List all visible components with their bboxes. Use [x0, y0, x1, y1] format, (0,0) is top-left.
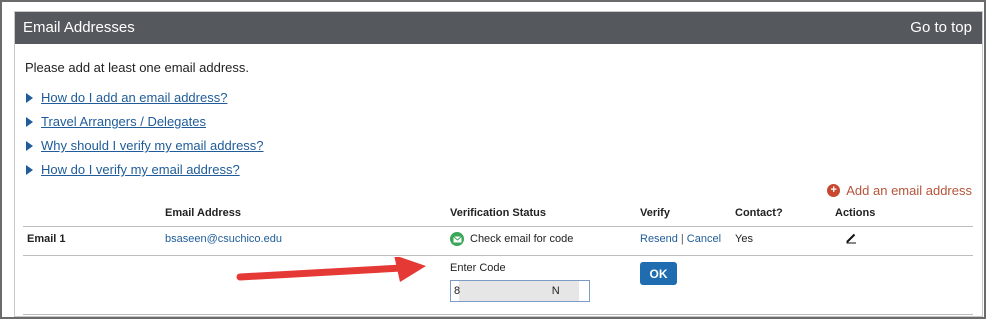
status-text: Check email for code: [470, 233, 574, 245]
table-divider: [23, 226, 973, 227]
verification-code-input[interactable]: [450, 280, 590, 302]
help-link-how-verify[interactable]: How do I verify my email address?: [26, 162, 240, 177]
expand-triangle-icon: [26, 164, 33, 175]
add-email-label: Add an email address: [846, 183, 972, 198]
contact-value: Yes: [735, 233, 753, 245]
add-email-link[interactable]: + Add an email address: [827, 183, 972, 198]
expand-triangle-icon: [26, 116, 33, 127]
cancel-link[interactable]: Cancel: [687, 233, 721, 245]
go-to-top-link[interactable]: Go to top: [910, 19, 972, 36]
header-email-address: Email Address: [165, 207, 242, 219]
panel-header: Email Addresses Go to top: [15, 12, 982, 44]
expand-triangle-icon: [26, 140, 33, 151]
header-verify: Verify: [640, 207, 670, 219]
plus-circle-icon: +: [827, 184, 841, 197]
row-label: Email 1: [27, 233, 66, 245]
help-link-label[interactable]: Travel Arrangers / Delegates: [41, 114, 206, 129]
verify-actions: Resend | Cancel: [640, 233, 721, 245]
envelope-icon: [450, 232, 464, 246]
email-value: bsaseen@csuchico.edu: [165, 233, 282, 245]
help-link-arrangers[interactable]: Travel Arrangers / Delegates: [26, 114, 206, 129]
row-divider: [23, 255, 973, 256]
header-actions: Actions: [835, 207, 876, 219]
help-link-label[interactable]: Why should I verify my email address?: [41, 138, 264, 153]
enter-code-label: Enter Code: [450, 262, 506, 274]
ok-button[interactable]: OK: [640, 262, 677, 285]
header-contact: Contact?: [735, 207, 783, 219]
expand-triangle-icon: [26, 92, 33, 103]
red-arrow-annotation: [236, 257, 426, 282]
header-verification-status: Verification Status: [450, 207, 546, 219]
email-addresses-panel: Email Addresses Go to top Please add at …: [14, 11, 983, 317]
bottom-divider: [23, 314, 973, 315]
resend-link[interactable]: Resend: [640, 233, 678, 245]
pencil-icon[interactable]: [845, 232, 857, 247]
help-link-add[interactable]: How do I add an email address?: [26, 90, 227, 105]
panel-title: Email Addresses: [23, 19, 135, 36]
link-separator: |: [680, 233, 684, 245]
screenshot-frame: Email Addresses Go to top Please add at …: [0, 0, 986, 319]
help-link-why-verify[interactable]: Why should I verify my email address?: [26, 138, 264, 153]
help-link-label[interactable]: How do I verify my email address?: [41, 162, 240, 177]
edit-action[interactable]: [845, 232, 857, 247]
verification-status: Check email for code: [450, 232, 573, 246]
intro-text: Please add at least one email address.: [25, 60, 250, 75]
help-link-label[interactable]: How do I add an email address?: [41, 90, 227, 105]
